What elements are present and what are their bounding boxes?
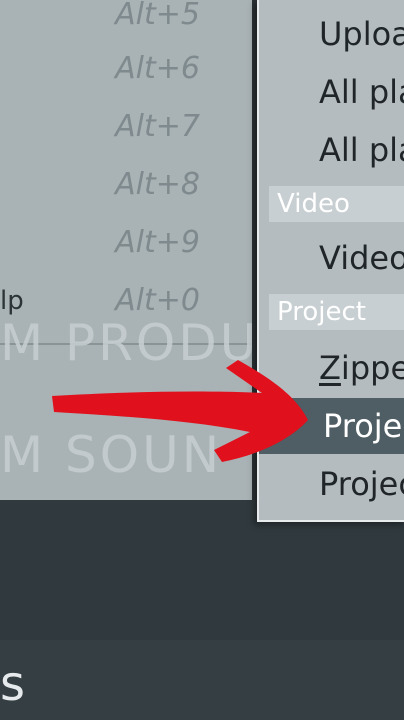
bottom-text-fragment: s — [0, 656, 26, 712]
export-submenu: Uploa All pla All pla Video Video Projec… — [257, 0, 404, 522]
watermark-line-1: M PRODU — [0, 318, 252, 368]
bottom-band — [0, 640, 404, 720]
menu-item-all-playlist-2[interactable]: All pla — [259, 122, 404, 178]
shortcut-alt-0: Alt+0 — [115, 283, 200, 318]
menu-item-all-playlist-1[interactable]: All pla — [259, 64, 404, 120]
section-header-project: Project — [269, 294, 404, 330]
menu-item-help-label[interactable]: lp — [0, 288, 24, 314]
section-header-video: Video — [269, 186, 404, 222]
mnemonic-z: Z — [319, 349, 341, 387]
watermark-line-2: M SOUN — [0, 430, 223, 480]
menu-item-project-2[interactable]: Projec — [259, 456, 404, 512]
shortcut-alt-7: Alt+7 — [115, 109, 200, 144]
shortcut-alt-9: Alt+9 — [115, 225, 200, 260]
menu-item-upload[interactable]: Uploa — [259, 6, 404, 62]
shortcut-alt-6: Alt+6 — [115, 51, 200, 86]
menu-item-project-highlighted[interactable]: Proje — [259, 398, 404, 454]
menu-item-zipped[interactable]: Zippe — [259, 340, 404, 396]
menu-item-video[interactable]: Video — [259, 230, 404, 286]
shortcut-alt-5: Alt+5 — [115, 0, 200, 32]
menu-item-zipped-label: ippe — [340, 349, 404, 387]
shortcut-alt-8: Alt+8 — [115, 167, 200, 202]
background-menu: Alt+5 Alt+6 Alt+7 Alt+8 Alt+9 lp Alt+0 M… — [0, 0, 252, 500]
